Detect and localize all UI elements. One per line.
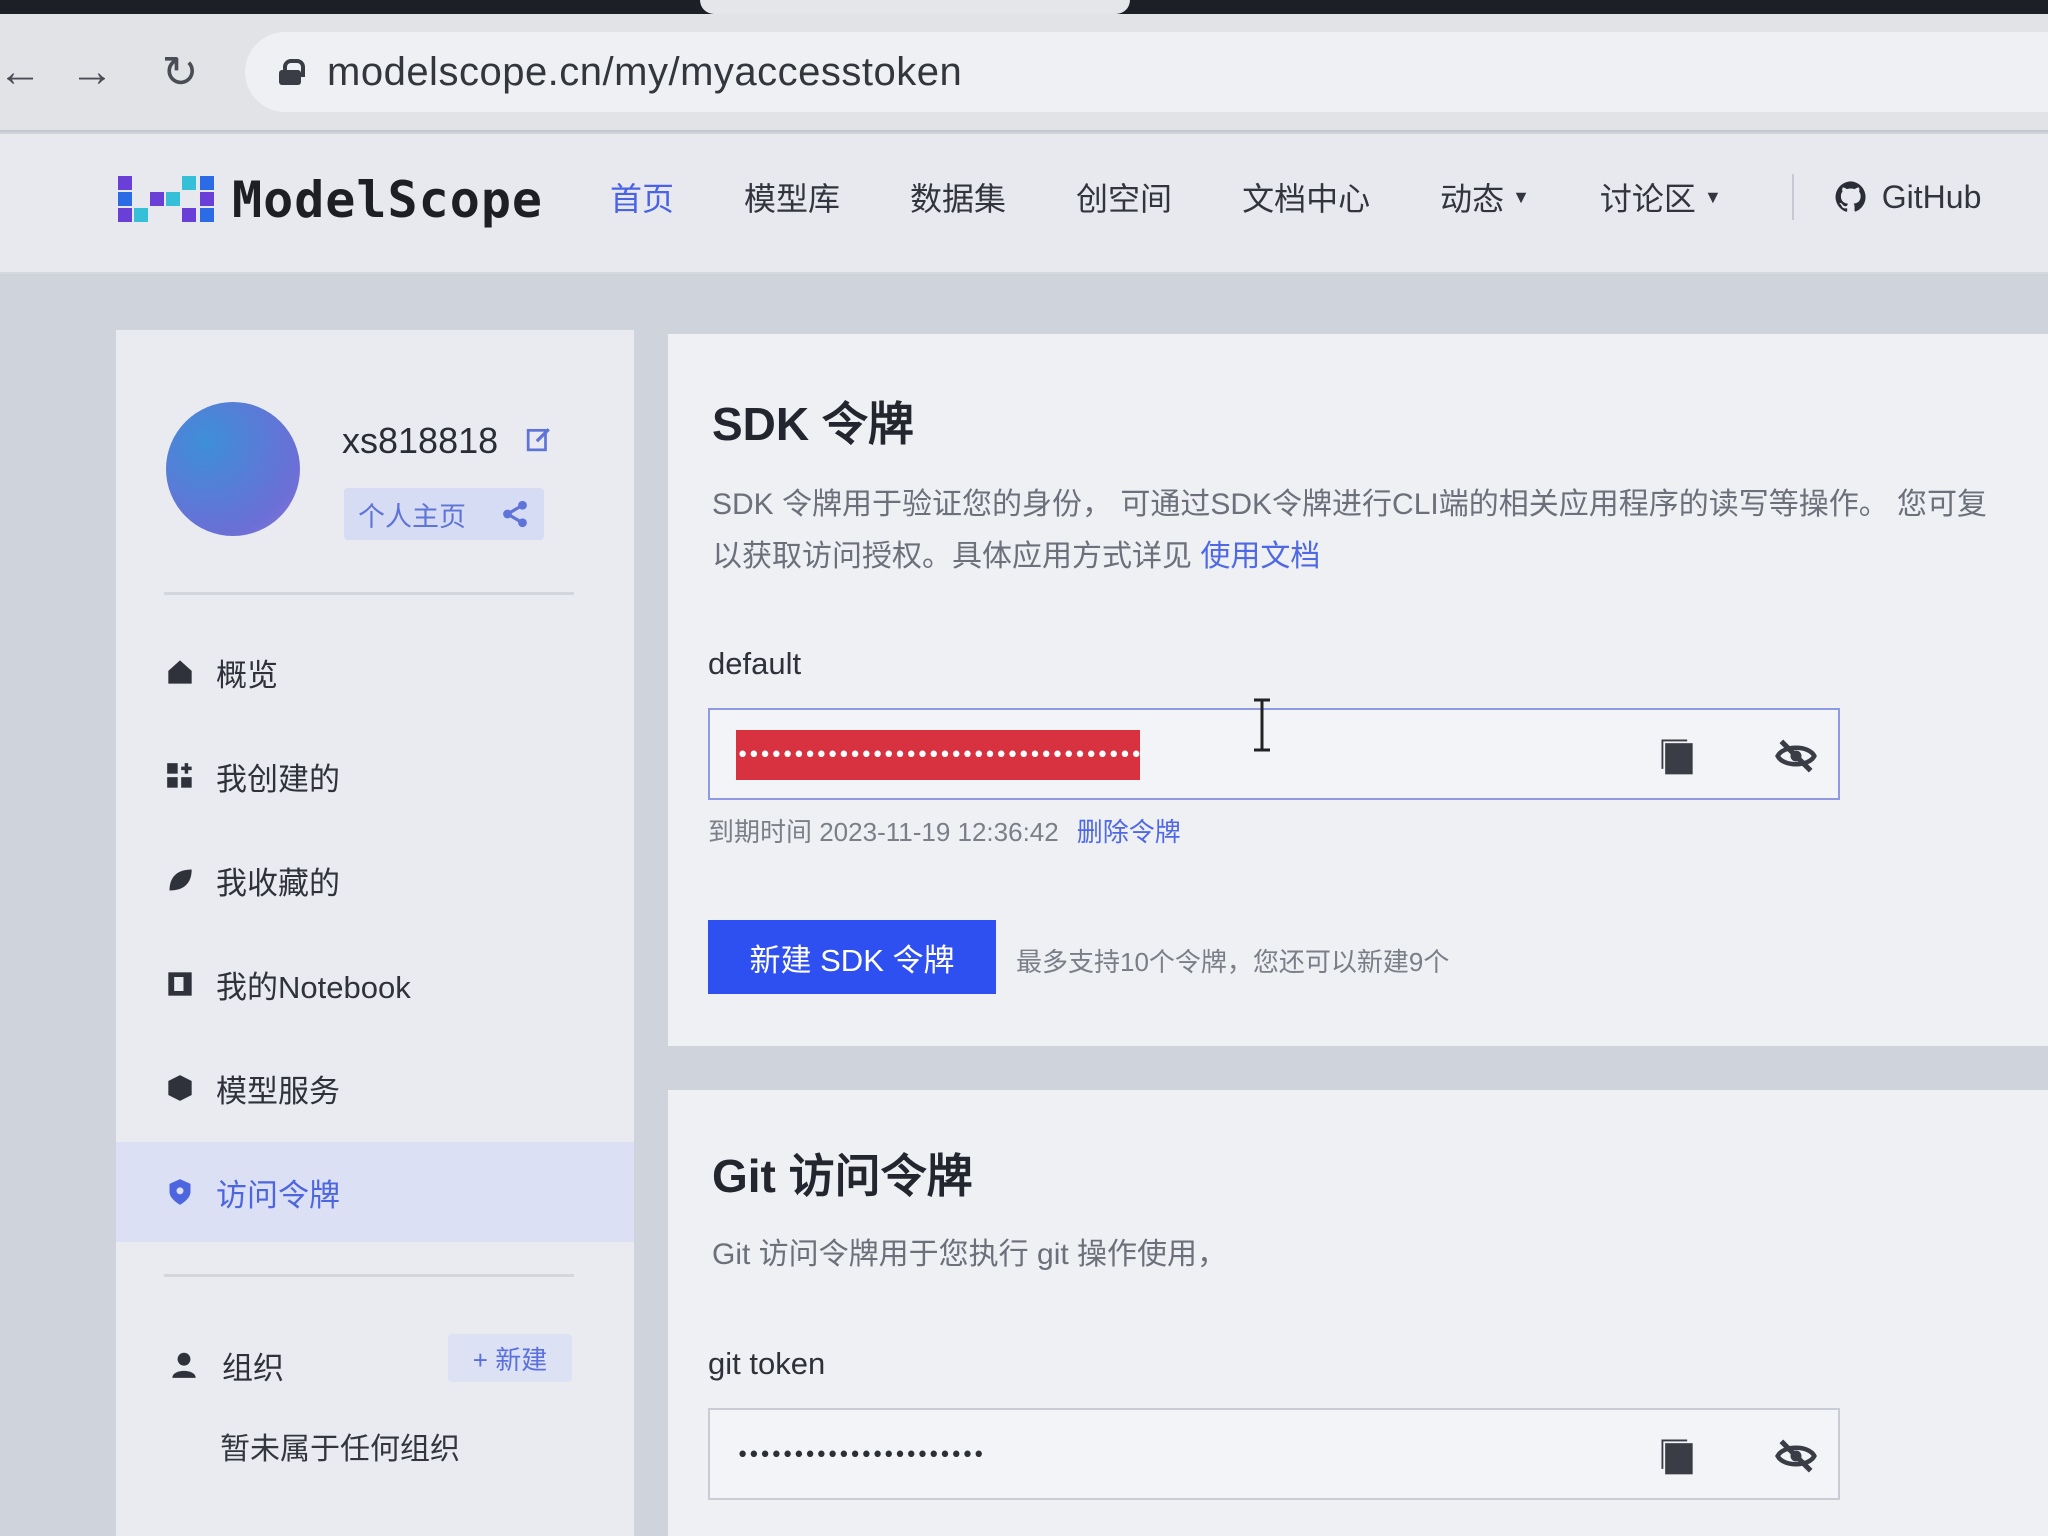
browser-tab-strip xyxy=(0,0,2048,14)
sidebar-item-label: 我的Notebook xyxy=(216,969,411,1005)
nav-home-label: 首页 xyxy=(610,181,675,217)
logo-text: ModelScope xyxy=(232,171,544,229)
browser-active-tab[interactable] xyxy=(700,0,1130,14)
git-token-value: •••••••••••••••••••••• xyxy=(736,1442,985,1468)
git-token-desc: Git 访问令牌用于您执行 git 操作使用， xyxy=(712,1238,1228,1271)
copy-icon[interactable] xyxy=(1656,734,1700,778)
account-sidebar: xs818818 个人主页 概览 我创建的 我收藏的 我的Notebook 模型… xyxy=(116,330,634,1536)
sdk-token-value: •••••••••••••••••••••••••••••••••••• xyxy=(736,730,1140,780)
new-org-button[interactable]: + 新建 xyxy=(448,1334,572,1382)
sdk-token-card: SDK 令牌 SDK 令牌用于验证您的身份， 可通过SDK令牌进行CLI端的相关… xyxy=(668,334,2048,1046)
github-icon xyxy=(1835,181,1866,212)
grid-add-icon xyxy=(167,763,192,788)
sidebar-item-label: 我收藏的 xyxy=(216,865,340,901)
nav-forum-dropdown[interactable]: 讨论区 ▼ xyxy=(1600,174,1722,220)
sidebar-item-notebook[interactable]: 我的Notebook xyxy=(116,934,634,1034)
address-bar[interactable]: modelscope.cn/my/myaccesstoken xyxy=(245,32,2048,112)
nav-forum-label: 讨论区 xyxy=(1599,181,1696,217)
shield-icon xyxy=(169,1179,191,1205)
modelscope-logo-icon xyxy=(118,176,214,222)
url-text: modelscope.cn/my/myaccesstoken xyxy=(327,49,963,94)
sidebar-item-label: 我创建的 xyxy=(216,761,340,797)
nav-feed-dropdown[interactable]: 动态 ▼ xyxy=(1440,174,1530,220)
eye-off-icon[interactable] xyxy=(1774,734,1818,778)
sidebar-item-overview[interactable]: 概览 xyxy=(116,622,634,722)
sdk-desc-text: 以获取访问授权。具体应用方式详见 xyxy=(712,540,1201,573)
lock-icon xyxy=(279,59,305,85)
nav-divider xyxy=(1791,174,1794,220)
delete-token-link[interactable]: 删除令牌 xyxy=(1077,817,1181,847)
profile-home-label: 个人主页 xyxy=(358,501,466,532)
sidebar-item-model-service[interactable]: 模型服务 xyxy=(116,1038,634,1138)
github-link[interactable]: GitHub xyxy=(1834,178,1982,216)
arrow-right-icon[interactable]: → xyxy=(64,44,120,100)
nav-feed-label: 动态 xyxy=(1440,181,1505,217)
git-token-name-label: git token xyxy=(708,1346,826,1381)
main-nav: 首页 模型库 数据集 创空间 文档中心 动态 ▼ 讨论区 ▼ GitHub xyxy=(610,174,2048,220)
git-token-field[interactable]: •••••••••••••••••••••• xyxy=(708,1408,1840,1500)
sdk-desc-line2: 以获取访问授权。具体应用方式详见 使用文档 xyxy=(712,530,1320,584)
org-label: 组织 xyxy=(222,1350,284,1386)
user-icon xyxy=(172,1352,196,1378)
eye-off-icon[interactable] xyxy=(1774,1434,1818,1478)
nav-home[interactable]: 首页 xyxy=(610,174,674,220)
sdk-desc-line1: SDK 令牌用于验证您的身份， 可通过SDK令牌进行CLI端的相关应用程序的读写… xyxy=(712,488,1988,521)
reload-icon[interactable]: ↻ xyxy=(152,44,208,100)
sidebar-item-label: 模型服务 xyxy=(216,1073,340,1109)
sdk-token-title: SDK 令牌 xyxy=(712,398,914,450)
nav-docs-label: 文档中心 xyxy=(1242,181,1371,217)
leaf-icon xyxy=(169,869,192,891)
sidebar-item-access-tokens[interactable]: 访问令牌 xyxy=(116,1142,634,1242)
sidebar-item-created[interactable]: 我创建的 xyxy=(116,726,634,826)
caret-down-icon: ▼ xyxy=(1512,186,1530,207)
docs-link[interactable]: 使用文档 xyxy=(1200,540,1320,573)
notebook-icon xyxy=(168,972,192,996)
text-cursor-icon xyxy=(1254,698,1270,752)
caret-down-icon: ▼ xyxy=(1703,186,1722,207)
git-token-title: Git 访问令牌 xyxy=(712,1150,973,1202)
browser-toolbar: ← → ↻ modelscope.cn/my/myaccesstoken xyxy=(0,14,2048,132)
token-expiry-text: 到期时间 2023-11-19 12:36:42 xyxy=(708,817,1059,847)
sidebar-item-label: 概览 xyxy=(216,657,278,693)
new-sdk-token-button[interactable]: 新建 SDK 令牌 xyxy=(708,920,996,994)
nav-studios-label: 创空间 xyxy=(1076,181,1173,217)
github-label: GitHub xyxy=(1881,178,1982,215)
sidebar-item-favorites[interactable]: 我收藏的 xyxy=(116,830,634,930)
arrow-left-icon[interactable]: ← xyxy=(0,44,48,100)
no-org-text: 暂未属于任何组织 xyxy=(220,1433,460,1466)
token-name-label: default xyxy=(708,646,802,681)
home-icon xyxy=(168,660,192,684)
avatar[interactable] xyxy=(166,402,300,536)
nav-datasets[interactable]: 数据集 xyxy=(910,174,1006,220)
share-icon[interactable] xyxy=(500,499,530,529)
git-token-card: Git 访问令牌 Git 访问令牌用于您执行 git 操作使用， git tok… xyxy=(668,1090,2048,1536)
nav-docs[interactable]: 文档中心 xyxy=(1242,174,1370,220)
sidebar-divider xyxy=(164,1274,574,1277)
sdk-token-field[interactable]: •••••••••••••••••••••••••••••••••••• xyxy=(708,698,1840,800)
token-limit-hint: 最多支持10个令牌，您还可以新建9个 xyxy=(1016,947,1450,977)
copy-icon[interactable] xyxy=(1656,1434,1700,1478)
site-header: ModelScope 首页 模型库 数据集 创空间 文档中心 动态 ▼ 讨论区 ▼ … xyxy=(0,134,2048,274)
nav-datasets-label: 数据集 xyxy=(910,181,1007,217)
token-expiry-row: 到期时间 2023-11-19 12:36:42 删除令牌 xyxy=(708,812,1181,849)
sidebar-divider xyxy=(164,592,574,595)
nav-models[interactable]: 模型库 xyxy=(744,174,840,220)
username: xs818818 xyxy=(342,420,499,461)
nav-models-label: 模型库 xyxy=(744,181,841,217)
profile-home-button[interactable]: 个人主页 xyxy=(344,488,544,540)
modelscope-logo[interactable]: ModelScope xyxy=(116,170,543,230)
sidebar-item-label: 访问令牌 xyxy=(216,1177,340,1213)
nav-studios[interactable]: 创空间 xyxy=(1076,174,1172,220)
cube-icon xyxy=(168,1075,192,1101)
edit-icon[interactable] xyxy=(526,426,552,452)
